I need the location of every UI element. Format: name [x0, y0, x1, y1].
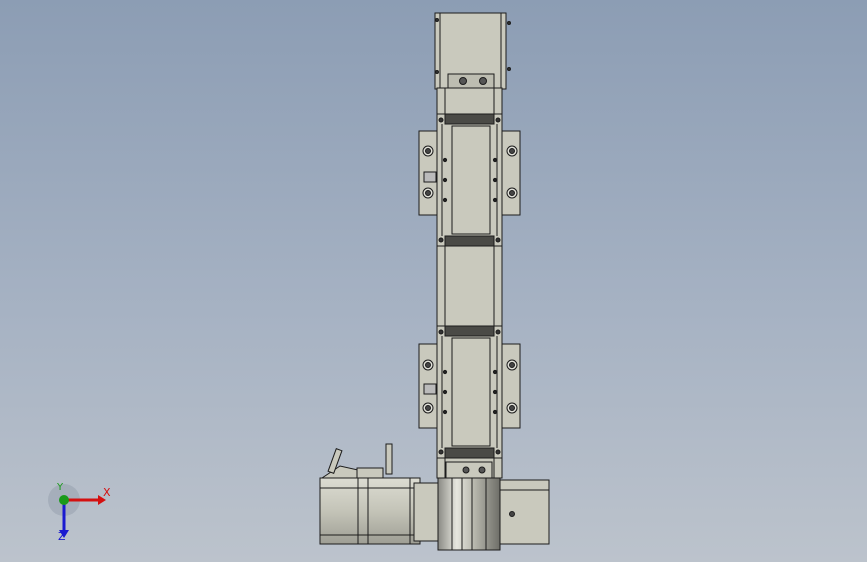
- bottom-end-bracket: [445, 461, 493, 479]
- coupling-ring: [437, 477, 501, 551]
- rail-middle-section: [444, 245, 495, 327]
- carriage-upper: [418, 113, 521, 247]
- cad-viewport[interactable]: X Y Z: [0, 0, 867, 562]
- coupling-housing: [499, 479, 550, 545]
- servo-motor: [319, 443, 439, 545]
- carriage-lower: [418, 325, 521, 459]
- top-end-cap: [434, 12, 511, 90]
- axis-x-label: X: [103, 486, 111, 499]
- axis-y-label: Y: [57, 482, 64, 493]
- axis-z-label: Z: [58, 530, 66, 543]
- linear-module-model[interactable]: [0, 0, 867, 562]
